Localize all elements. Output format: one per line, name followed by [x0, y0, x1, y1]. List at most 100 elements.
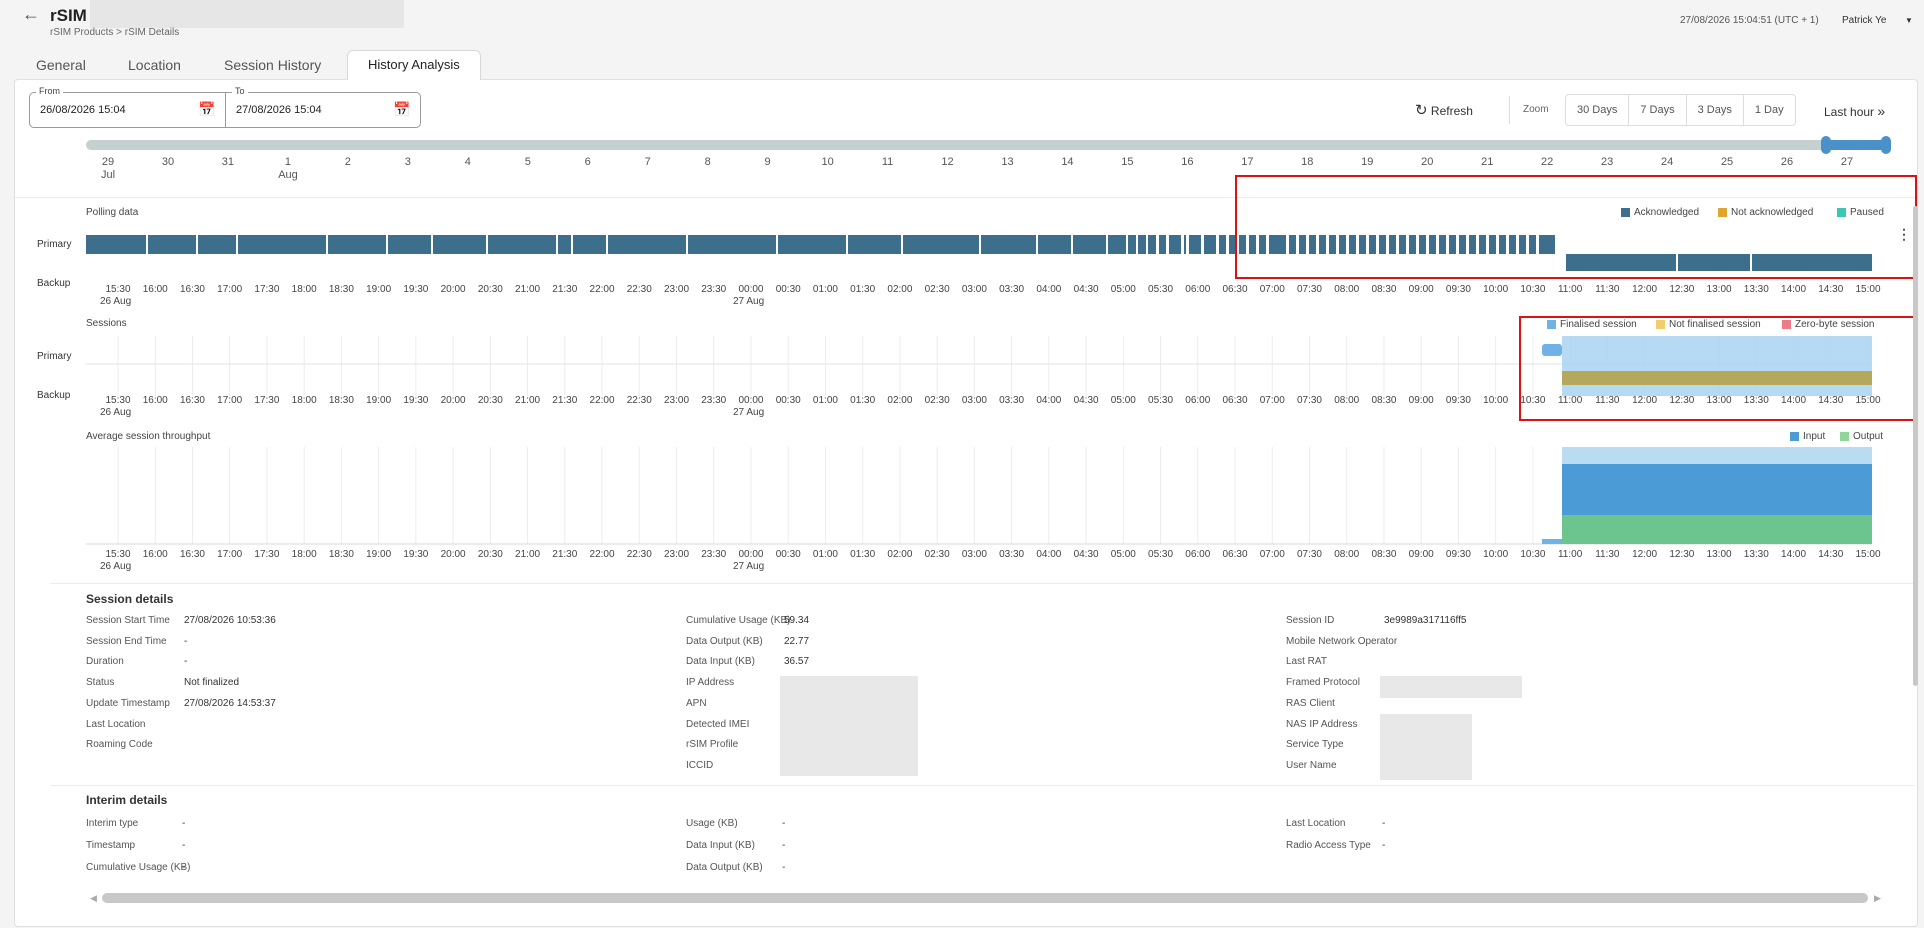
polling-gap [1156, 235, 1159, 254]
time-tick: 15:30 [105, 284, 131, 295]
zoom-1-day-button[interactable]: 1 Day [1744, 95, 1795, 125]
timeline-day-5[interactable]: 2 [333, 156, 363, 168]
timeline-day-29[interactable]: 26 [1772, 156, 1802, 168]
scroll-left-icon[interactable]: ◀ [90, 893, 97, 904]
time-tick: 16:00 [142, 284, 168, 295]
timeline-day-25[interactable]: 22 [1532, 156, 1562, 168]
zoom-3-days-button[interactable]: 3 Days [1687, 95, 1744, 125]
time-tick: 16:30 [179, 549, 205, 560]
time-tick: 23:00 [663, 284, 690, 295]
timeline-day-2[interactable]: 30 [153, 156, 183, 168]
throughput-output-area[interactable] [1562, 515, 1872, 544]
time-tick: 07:00 [1259, 395, 1285, 406]
vertical-scrollbar[interactable] [1913, 206, 1918, 686]
detail-value: - [782, 818, 786, 829]
slider-handle-end[interactable] [1881, 136, 1891, 154]
timeline-day-6[interactable]: 3 [393, 156, 423, 168]
time-tick: 23:30 [701, 395, 727, 406]
detail-label: Last RAT [1286, 656, 1327, 668]
time-tick: 11:00 [1557, 284, 1583, 295]
legend-output[interactable]: Output [1840, 431, 1883, 442]
time-tick: 02:30 [924, 549, 950, 560]
back-arrow-icon[interactable]: ← [22, 4, 40, 25]
scroll-right-icon[interactable]: ▶ [1874, 893, 1881, 904]
timeline-day-11[interactable]: 8 [693, 156, 723, 168]
time-tick: 05:30 [1148, 284, 1174, 295]
chevron-down-icon[interactable]: ▼ [1905, 16, 1913, 25]
time-tick: 17:30 [254, 284, 280, 295]
detail-value: - [184, 635, 188, 647]
timeline-day-9[interactable]: 6 [573, 156, 603, 168]
polling-gap [1166, 235, 1169, 254]
time-tick: 15:00 [1855, 549, 1881, 560]
time-tick: 04:30 [1073, 284, 1099, 295]
time-tick: 17:00 [217, 549, 243, 560]
time-tick: 16:00 [142, 395, 168, 406]
time-tick: 08:30 [1371, 395, 1397, 406]
time-tick: 21:30 [552, 395, 578, 406]
timeline-day-19[interactable]: 16 [1172, 156, 1202, 168]
timeline-day-14[interactable]: 11 [873, 156, 903, 168]
timeline-day-22[interactable]: 19 [1352, 156, 1382, 168]
calendar-icon[interactable]: 📅 [393, 101, 410, 118]
timeline-day-26[interactable]: 23 [1592, 156, 1622, 168]
zoom-30-days-button[interactable]: 30 Days [1566, 95, 1630, 125]
timeline-day-7[interactable]: 4 [453, 156, 483, 168]
timeline-day-23[interactable]: 20 [1412, 156, 1442, 168]
timeline-day-10[interactable]: 7 [633, 156, 663, 168]
detail-label: Session Start Time [86, 615, 170, 626]
legend-input[interactable]: Input [1790, 431, 1825, 442]
timeline-day-21[interactable]: 18 [1292, 156, 1322, 168]
time-tick: 01:30 [850, 284, 876, 295]
slider-handle-start[interactable] [1821, 136, 1831, 154]
timeline-day-17[interactable]: 14 [1052, 156, 1082, 168]
breadcrumb[interactable]: rSIM Products > rSIM Details [50, 27, 179, 38]
detail-value: 3e9989a317116ff5 [1384, 615, 1467, 626]
time-tick: 05:30 [1148, 549, 1174, 560]
to-date-field[interactable]: To 27/08/2026 15:04 📅 [225, 86, 421, 128]
timeline-day-1[interactable]: 29 [93, 156, 123, 168]
from-value: 26/08/2026 15:04 [40, 104, 126, 116]
timeline-day-12[interactable]: 9 [753, 156, 783, 168]
time-tick: 05:00 [1110, 549, 1136, 560]
time-tick: 02:00 [887, 284, 913, 295]
user-menu[interactable]: Patrick Ye [1842, 15, 1886, 26]
detail-label: APN [686, 697, 707, 709]
tab-general[interactable]: General [24, 52, 98, 80]
timeline-day-18[interactable]: 15 [1112, 156, 1142, 168]
last-hour-button[interactable]: Last hour » [1824, 103, 1885, 119]
timeline-day-20[interactable]: 17 [1232, 156, 1262, 168]
detail-value: - [184, 656, 188, 668]
polling-gap [146, 235, 148, 254]
refresh-button[interactable]: ↻ Refresh [1415, 101, 1473, 119]
timeline-slider-track[interactable] [86, 140, 1886, 150]
calendar-icon[interactable]: 📅 [198, 101, 215, 118]
refresh-label: Refresh [1430, 104, 1473, 118]
timeline-day-28[interactable]: 25 [1712, 156, 1742, 168]
timeline-day-3[interactable]: 31 [213, 156, 243, 168]
timeline-day-15[interactable]: 12 [933, 156, 963, 168]
tab-location[interactable]: Location [116, 52, 193, 80]
timeline-day-8[interactable]: 5 [513, 156, 543, 168]
timeline-day-4[interactable]: 1 [273, 156, 303, 168]
timeline-day-13[interactable]: 10 [813, 156, 843, 168]
timeline-day-16[interactable]: 13 [992, 156, 1022, 168]
timeline-slider-selection[interactable] [1826, 140, 1886, 150]
timeline-day-30[interactable]: 27 [1832, 156, 1862, 168]
time-tick: 13:00 [1706, 284, 1732, 295]
horizontal-scrollbar[interactable] [102, 893, 1868, 903]
from-date-field[interactable]: From 26/08/2026 15:04 📅 [29, 86, 226, 128]
time-tick: 06:00 [1185, 284, 1211, 295]
throughput-input-area[interactable] [1562, 464, 1872, 515]
redacted-value [1380, 676, 1522, 698]
time-tick: 22:00 [589, 549, 615, 560]
tab-history-analysis[interactable]: History Analysis [347, 50, 481, 80]
detail-label: Duration [86, 656, 124, 668]
tab-session-history[interactable]: Session History [212, 52, 333, 80]
time-tick: 17:30 [254, 549, 280, 560]
timeline-day-24[interactable]: 21 [1472, 156, 1502, 168]
time-tick: 23:00 [663, 395, 690, 406]
time-tick: 08:30 [1371, 284, 1397, 295]
zoom-7-days-button[interactable]: 7 Days [1629, 95, 1687, 125]
timeline-day-27[interactable]: 24 [1652, 156, 1682, 168]
